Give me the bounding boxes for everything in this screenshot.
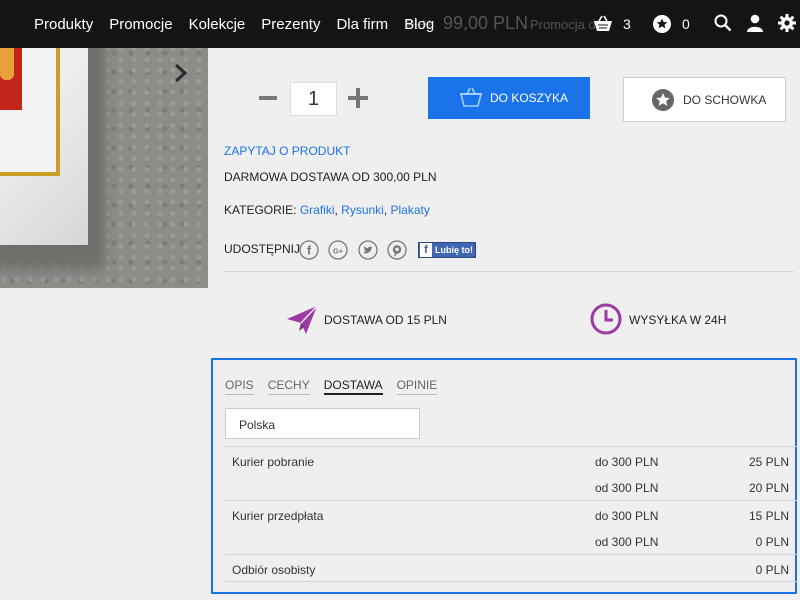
category-link-grafiki[interactable]: Grafiki [300,203,335,217]
menu-item-produkty[interactable]: Produkty [34,16,93,33]
top-navigation: PLN 99,00 PLN Promocja d Produkty Promoc… [0,0,800,48]
feature-dispatch-label: WYSYŁKA W 24H [629,313,727,327]
facebook-like-label: Lubię to! [435,245,473,255]
tab-bar: OPIS CECHY DOSTAWA OPINIE [225,378,451,395]
chevron-right-icon[interactable] [172,62,190,84]
basket-icon [594,15,612,31]
table-row: Odbiór osobisty 0 PLN [225,554,797,581]
clock-icon [590,303,622,335]
tab-opinie[interactable]: OPINIE [396,378,438,395]
categories-label: KATEGORIE: [224,203,297,217]
menu-item-dla-firm[interactable]: Dla firm [336,16,388,33]
star-circle-icon [653,15,671,33]
menu-item-promocje[interactable]: Promocje [109,16,172,33]
order-range: do 300 PLN [595,455,659,469]
table-row: Kurier pobranie do 300 PLN 25 PLN [225,446,797,473]
table-end-divider [225,581,797,582]
tab-cechy[interactable]: CECHY [267,378,310,395]
ghost-promo: Promocja d [530,17,596,32]
cart-count: 3 [623,16,631,32]
facebook-like-button[interactable]: f Lubię to! [418,242,476,258]
menu-item-blog[interactable]: Blog [404,16,434,33]
divider [224,271,794,272]
shipping-table: Kurier pobranie do 300 PLN 25 PLN od 300… [225,446,797,582]
shipping-price: 0 PLN [755,535,789,549]
ghost-price: 99,00 PLN [443,13,529,33]
shipping-price: 25 PLN [748,455,789,469]
add-to-wishlist-button[interactable]: DO SCHOWKA [623,77,786,122]
shipping-price: 0 PLN [755,563,789,577]
tab-opis[interactable]: OPIS [225,378,254,395]
search-icon[interactable] [714,14,732,32]
categories: KATEGORIE: Grafiki, Rysunki, Plakaty [224,203,430,217]
quantity-input[interactable] [290,82,337,116]
table-row: od 300 PLN 0 PLN [225,527,797,554]
pinterest-icon[interactable] [387,240,407,260]
shipping-price: 15 PLN [748,509,789,523]
wishlist-count: 0 [682,16,690,32]
add-to-cart-button[interactable]: DO KOSZYKA [428,77,590,119]
main-menu: Produkty Promocje Kolekcje Prezenty Dla … [34,0,450,48]
order-range: od 300 PLN [595,481,659,495]
category-link-plakaty[interactable]: Plakaty [391,203,430,217]
feature-delivery-label: DOSTAWA OD 15 PLN [324,313,447,327]
facebook-icon: f [420,243,432,257]
cart-link[interactable]: 3 [593,0,631,48]
add-to-wishlist-label: DO SCHOWKA [683,92,767,107]
shipping-method: Kurier przedpłata [232,509,324,523]
shipping-price: 20 PLN [748,481,789,495]
basket-icon [459,87,483,107]
share-label: UDOSTĘPNIJ [224,242,301,256]
add-to-cart-label: DO KOSZYKA [490,91,569,105]
menu-item-kolekcje[interactable]: Kolekcje [189,16,246,33]
gear-icon[interactable] [778,14,796,32]
free-shipping-text: DARMOWA DOSTAWA OD 300,00 PLN [224,170,437,184]
order-range: do 300 PLN [595,509,659,523]
shipping-method: Kurier pobranie [232,455,315,469]
table-row: Kurier przedpłata do 300 PLN 15 PLN [225,500,797,527]
star-circle-icon [652,89,674,111]
facebook-icon[interactable]: f [299,240,319,260]
user-icon[interactable] [746,14,764,32]
product-tabs-panel: OPIS CECHY DOSTAWA OPINIE Polska Kurier … [211,358,797,594]
tab-dostawa[interactable]: DOSTAWA [323,378,383,395]
country-select[interactable]: Polska [225,408,420,439]
order-range: od 300 PLN [595,535,659,549]
wishlist-link[interactable]: 0 [653,0,690,48]
increase-quantity-button[interactable] [347,86,369,110]
ask-about-product-link[interactable]: ZAPYTAJ O PRODUKT [224,144,350,158]
shipping-method: Odbiór osobisty [232,563,316,577]
category-link-rysunki[interactable]: Rysunki [341,203,384,217]
svg-text:G+: G+ [333,247,344,256]
decrease-quantity-button[interactable] [258,86,278,110]
twitter-icon[interactable] [358,240,378,260]
table-row: od 300 PLN 20 PLN [225,473,797,500]
svg-text:f: f [307,244,312,258]
google-plus-icon[interactable]: G+ [328,240,348,260]
paper-plane-icon [287,305,318,334]
menu-item-prezenty[interactable]: Prezenty [261,16,320,33]
